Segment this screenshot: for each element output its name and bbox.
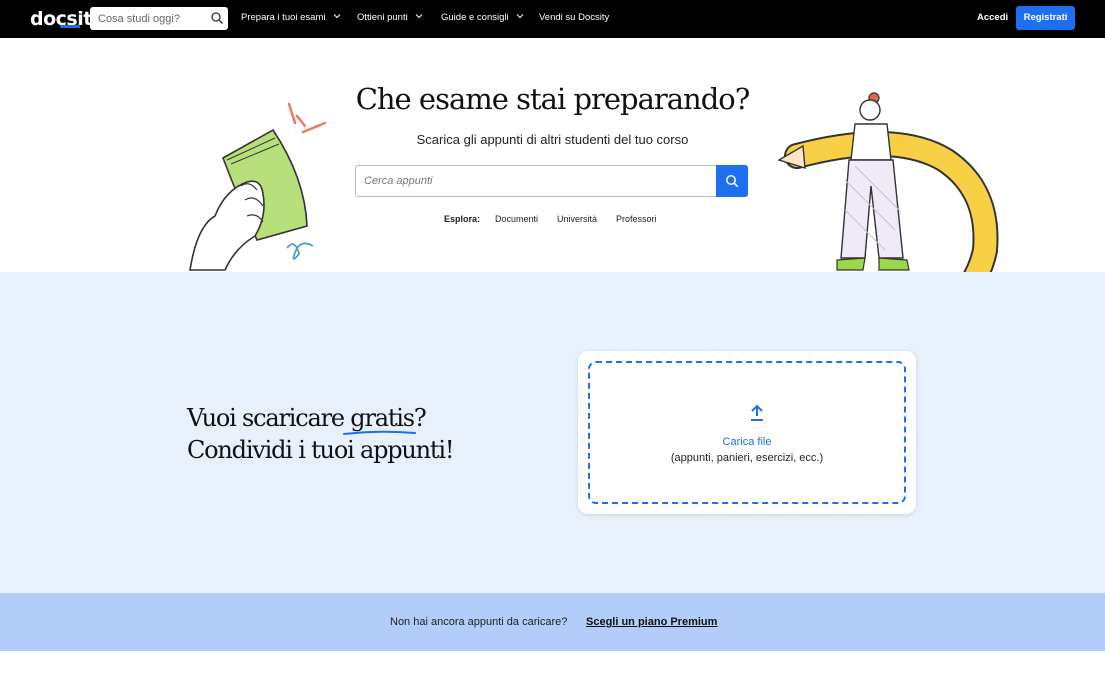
register-button[interactable]: Registrati (1016, 6, 1075, 30)
top-search-box (90, 7, 228, 30)
top-search-input[interactable] (90, 7, 208, 30)
chevron-down-icon (516, 14, 524, 19)
search-icon[interactable] (210, 11, 224, 25)
search-icon (726, 175, 739, 188)
login-link[interactable]: Accedi (977, 12, 1008, 23)
upload-hint: (appunti, panieri, esercizi, ecc.) (670, 452, 824, 464)
nav-vendi-su-docsity[interactable]: Vendi su Docsity (539, 12, 609, 23)
explore-link-documenti[interactable]: Documenti (495, 214, 538, 224)
main-search-button[interactable] (716, 165, 748, 197)
chevron-down-icon (333, 14, 341, 19)
logo-accent (60, 25, 80, 28)
top-navigation-bar: docsity Prepara i tuoi esami Ottieni pun… (0, 0, 1105, 38)
nav-ottieni-punti[interactable]: Ottieni punti (357, 12, 423, 23)
upload-file-link[interactable]: Carica file (590, 436, 904, 448)
premium-plan-link[interactable]: Scegli un piano Premium (586, 616, 717, 628)
headline-underline-swash (343, 430, 416, 435)
upload-headline-line2: Condividi i tuoi appunti! (187, 436, 454, 464)
hand-holding-book-illustration (189, 102, 327, 271)
nav-prepara-esami-label: Prepara i tuoi esami (241, 12, 326, 23)
file-drop-zone[interactable]: Carica file (appunti, panieri, esercizi,… (588, 361, 906, 504)
chevron-down-icon (415, 14, 423, 19)
premium-text: Non hai ancora appunti da caricare? (390, 616, 568, 628)
nav-prepara-esami[interactable]: Prepara i tuoi esami (241, 12, 341, 23)
nav-ottieni-punti-label: Ottieni punti (357, 12, 408, 23)
explore-link-universita[interactable]: Università (557, 214, 597, 224)
explore-label: Esplora: (444, 214, 481, 224)
nav-vendi-label: Vendi su Docsity (539, 12, 610, 23)
nav-guide-consigli[interactable]: Guide e consigli (441, 12, 524, 23)
main-search-box (355, 165, 748, 197)
upload-arrow-icon (751, 404, 763, 421)
explore-link-professori[interactable]: Professori (616, 214, 657, 224)
upload-card: Carica file (appunti, panieri, esercizi,… (578, 351, 916, 514)
nav-guide-consigli-label: Guide e consigli (441, 12, 509, 23)
upload-section (0, 272, 1105, 593)
main-search-input[interactable] (356, 166, 716, 196)
